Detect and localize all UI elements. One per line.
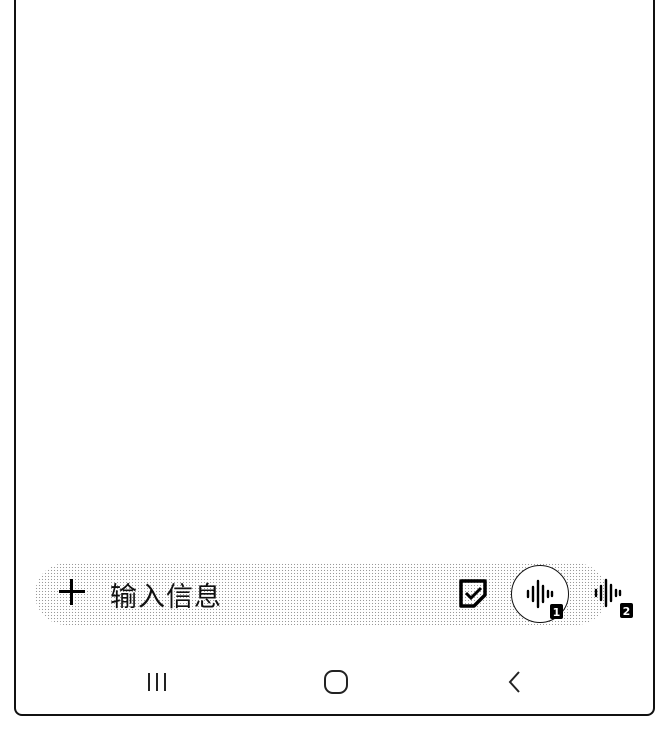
message-input[interactable]: 输入信息 (110, 575, 222, 614)
plus-icon[interactable] (56, 576, 88, 608)
back-icon[interactable] (502, 665, 528, 699)
recents-icon[interactable] (143, 665, 173, 699)
home-icon[interactable] (320, 665, 354, 699)
voice-wave-icon: 1 (526, 579, 563, 619)
voice-sim1-button[interactable]: 1 (511, 565, 569, 623)
sim1-badge: 1 (553, 606, 561, 619)
voice-sim2-button[interactable]: 2 (590, 575, 638, 623)
sticker-icon[interactable] (457, 578, 489, 608)
sim2-badge: 2 (623, 605, 631, 618)
voice-wave-icon: 2 (594, 578, 633, 618)
